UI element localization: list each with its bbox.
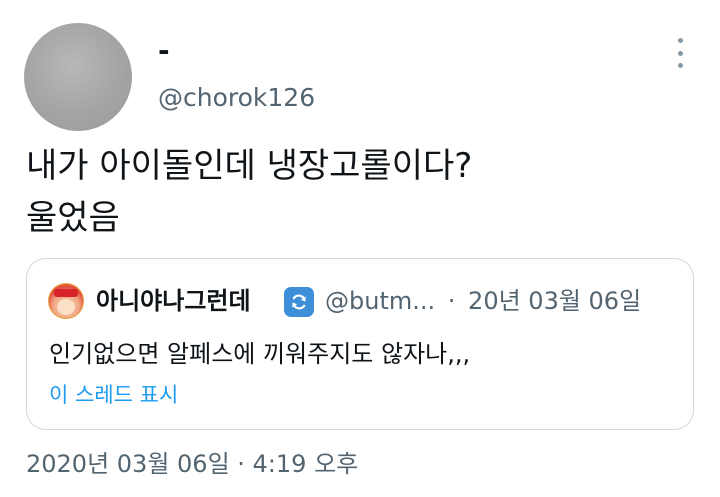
quoted-date: 20년 03월 06일 [468,287,642,315]
author-handle[interactable]: @chorok126 [158,82,315,114]
tweet-text-line: 울었음 [26,198,120,238]
tweet-timestamp[interactable]: 2020년 03월 06일 · 4:19 오후 [26,448,358,480]
quoted-tweet[interactable]: 아니야나그런데 @butm... · 20년 03월 06일 인기없으면 알페스… [26,258,694,430]
author-avatar[interactable] [24,23,132,131]
more-options-icon[interactable] [668,38,692,68]
quoted-meta: @butm... · 20년 03월 06일 [325,285,641,317]
refresh-badge-icon [284,287,314,317]
quoted-text: 인기없으면 알페스에 끼워주지도 않자나,,, [49,340,471,368]
tweet-text-line: 내가 아이돌인데 냉장고롤이다? [26,146,473,186]
show-thread-link[interactable]: 이 스레드 표시 [49,380,178,410]
quoted-author-name: 아니야나그런데 [96,287,251,315]
quoted-author-avatar[interactable] [48,283,84,319]
meta-separator: · [447,287,456,315]
quoted-author-handle: @butm... [325,287,436,315]
author-display-name[interactable]: - [158,34,170,68]
tweet-text: 내가 아이돌인데 냉장고롤이다? 울었음 [26,140,706,244]
